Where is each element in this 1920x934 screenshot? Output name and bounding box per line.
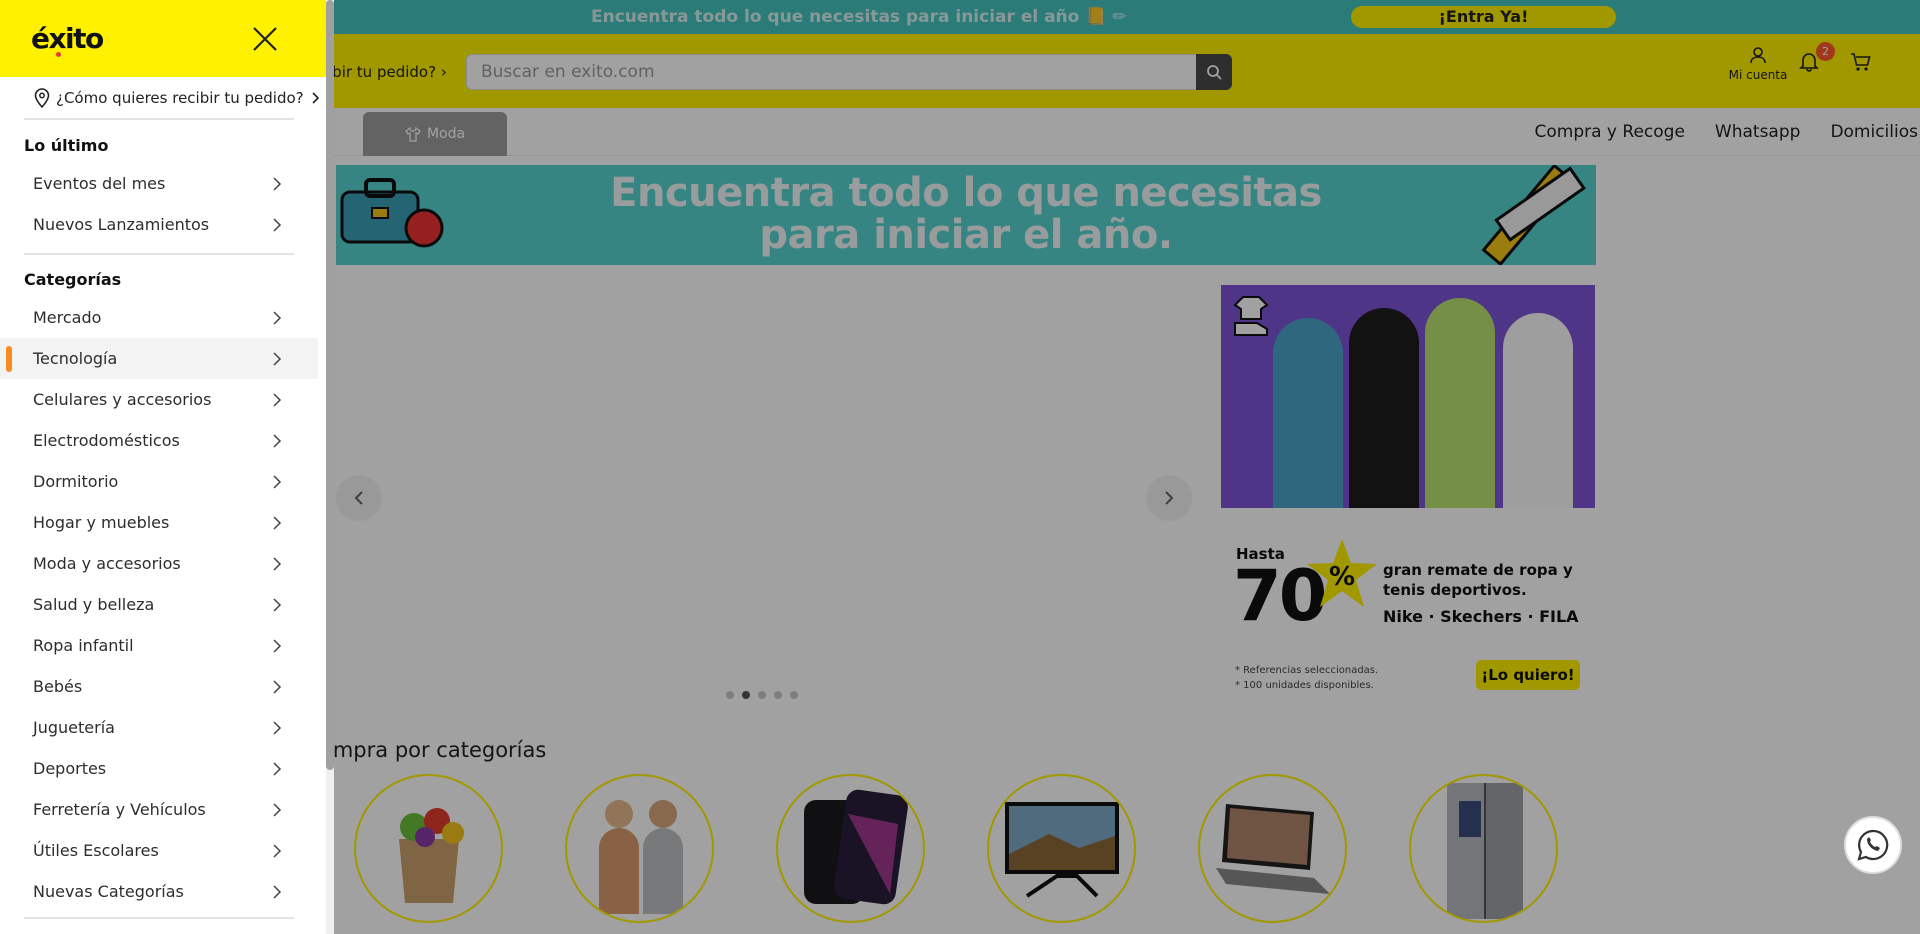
close-menu-button[interactable] xyxy=(250,24,280,54)
menu-item-electrodomesticos[interactable]: Electrodomésticos xyxy=(0,420,318,461)
whatsapp-icon xyxy=(1857,829,1889,861)
side-menu-drawer: éxito ¿Cómo quieres recibir tu pedido? L… xyxy=(0,0,326,934)
chevron-right-icon xyxy=(273,885,282,899)
menu-item-label: Eventos del mes xyxy=(33,174,166,193)
menu-item-label: Mercado xyxy=(33,308,102,327)
delivery-question: ¿Cómo quieres recibir tu pedido? xyxy=(56,89,304,107)
chevron-right-icon xyxy=(273,434,282,448)
divider xyxy=(24,917,294,919)
chevron-right-icon xyxy=(273,557,282,571)
chevron-right-icon xyxy=(273,680,282,694)
menu-item-tecnologia[interactable]: Tecnología xyxy=(0,338,318,379)
close-icon xyxy=(253,27,277,51)
drawer-scrollbar[interactable] xyxy=(326,0,334,934)
chevron-right-icon xyxy=(273,639,282,653)
chevron-right-icon xyxy=(273,844,282,858)
menu-item-salud[interactable]: Salud y belleza xyxy=(0,584,318,625)
menu-item-ropa-infantil[interactable]: Ropa infantil xyxy=(0,625,318,666)
menu-item-label: Ferretería y Vehículos xyxy=(33,800,206,819)
menu-item-hogar[interactable]: Hogar y muebles xyxy=(0,502,318,543)
menu-item-label: Juguetería xyxy=(33,718,115,737)
menu-item-label: Celulares y accesorios xyxy=(33,390,212,409)
categories-section-heading: Categorías xyxy=(24,270,122,289)
chevron-right-icon xyxy=(273,762,282,776)
menu-item-label: Moda y accesorios xyxy=(33,554,181,573)
menu-item-utiles-escolares[interactable]: Útiles Escolares xyxy=(0,830,318,871)
menu-item-deportes[interactable]: Deportes xyxy=(0,748,318,789)
chevron-right-icon xyxy=(273,721,282,735)
whatsapp-float-button[interactable] xyxy=(1844,816,1902,874)
menu-item-label: Nuevos Lanzamientos xyxy=(33,215,210,234)
chevron-right-icon xyxy=(273,311,282,325)
menu-item-celulares[interactable]: Celulares y accesorios xyxy=(0,379,318,420)
chevron-right-icon xyxy=(273,218,282,232)
drawer-scrollbar-thumb[interactable] xyxy=(326,0,334,770)
menu-item-bebes[interactable]: Bebés xyxy=(0,666,318,707)
chevron-right-icon xyxy=(273,516,282,530)
menu-item-label: Nuevas Categorías xyxy=(33,882,184,901)
menu-item-ferreteria[interactable]: Ferretería y Vehículos xyxy=(0,789,318,830)
menu-item-label: Ropa infantil xyxy=(33,636,134,655)
exito-logo[interactable]: éxito xyxy=(31,22,104,55)
latest-section-title: Lo último xyxy=(24,136,109,155)
location-pin-icon xyxy=(34,88,50,108)
drawer-header: éxito xyxy=(0,0,326,77)
menu-item-jugueteria[interactable]: Juguetería xyxy=(0,707,318,748)
menu-item-label: Salud y belleza xyxy=(33,595,155,614)
chevron-right-icon xyxy=(273,177,282,191)
menu-item-lanzamientos[interactable]: Nuevos Lanzamientos xyxy=(0,204,318,245)
menu-item-dormitorio[interactable]: Dormitorio xyxy=(0,461,318,502)
menu-item-label: Útiles Escolares xyxy=(33,841,159,860)
chevron-right-icon xyxy=(312,92,319,104)
menu-item-label: Dormitorio xyxy=(33,472,119,491)
menu-item-label: Tecnología xyxy=(33,349,118,368)
menu-item-label: Electrodomésticos xyxy=(33,431,180,450)
chevron-right-icon xyxy=(273,352,282,366)
divider xyxy=(24,118,294,120)
divider xyxy=(24,253,294,255)
logo-dot xyxy=(56,52,61,57)
menu-item-label: Deportes xyxy=(33,759,107,778)
chevron-right-icon xyxy=(273,803,282,817)
menu-item-label: Bebés xyxy=(33,677,83,696)
chevron-right-icon xyxy=(273,475,282,489)
delivery-method-selector[interactable]: ¿Cómo quieres recibir tu pedido? xyxy=(34,88,320,108)
menu-item-eventos[interactable]: Eventos del mes xyxy=(0,163,318,204)
menu-item-label: Hogar y muebles xyxy=(33,513,170,532)
chevron-right-icon xyxy=(273,393,282,407)
chevron-right-icon xyxy=(273,598,282,612)
menu-item-mercado[interactable]: Mercado xyxy=(0,297,318,338)
menu-item-nuevas-categorias[interactable]: Nuevas Categorías xyxy=(0,871,318,912)
menu-item-moda[interactable]: Moda y accesorios xyxy=(0,543,318,584)
